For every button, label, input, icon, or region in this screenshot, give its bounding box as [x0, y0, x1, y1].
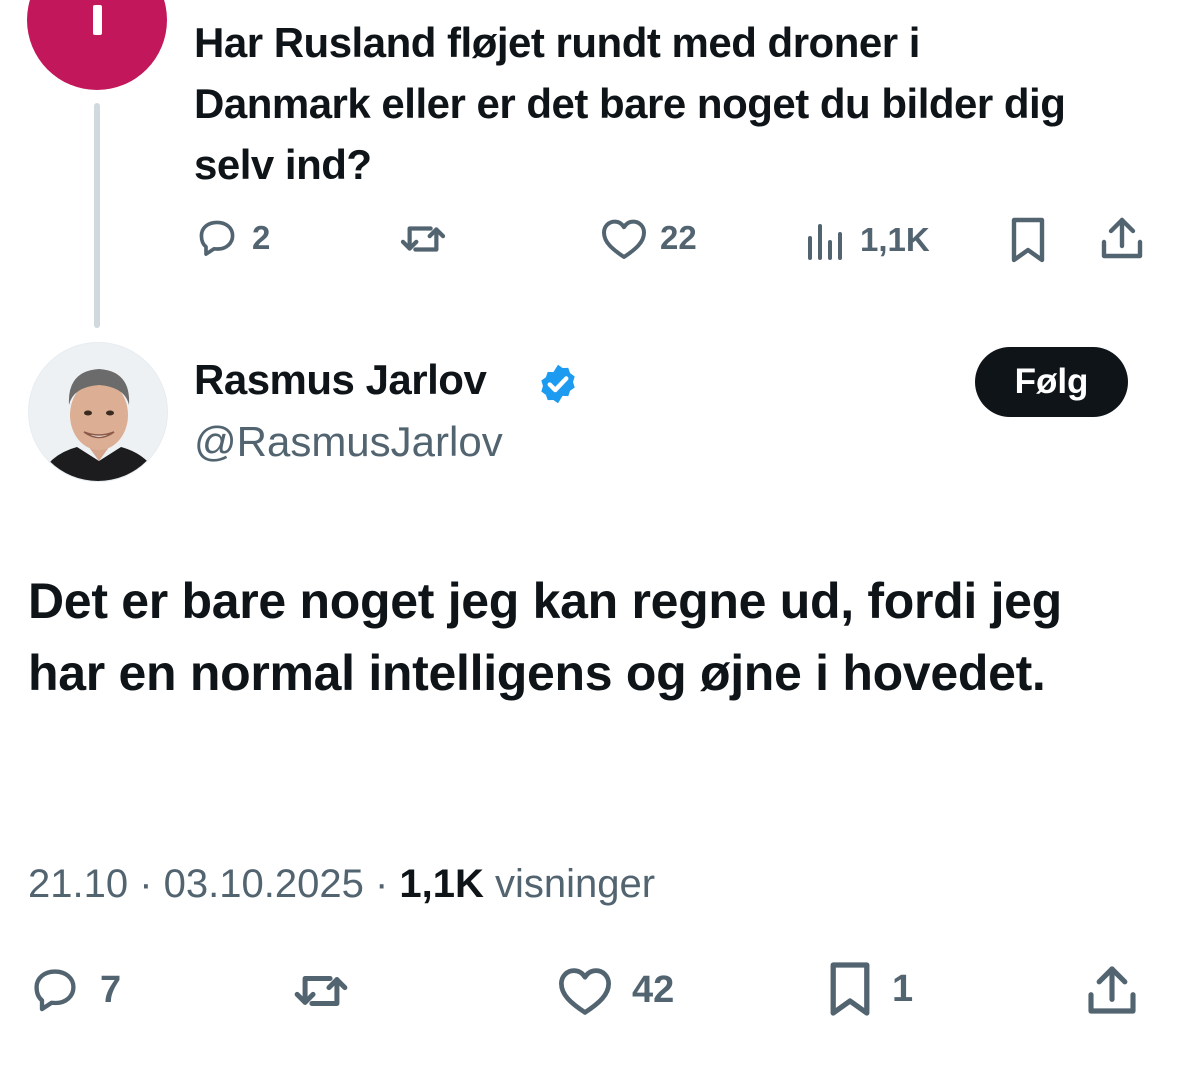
- share-icon: [1101, 217, 1143, 259]
- reply-count: 2: [252, 219, 271, 256]
- meta-separator: ·: [128, 862, 164, 906]
- meta-separator: ·: [363, 862, 400, 906]
- author-avatar[interactable]: [28, 342, 168, 482]
- share-icon: [1088, 966, 1136, 1014]
- parent-bookmark-button[interactable]: [1007, 216, 1049, 264]
- parent-share-button[interactable]: [1099, 214, 1145, 262]
- tweet-time[interactable]: 21.10: [28, 862, 128, 906]
- share-button[interactable]: [1085, 962, 1139, 1018]
- like-button[interactable]: 42: [556, 964, 674, 1016]
- like-count: 42: [632, 968, 675, 1011]
- author-handle[interactable]: @RasmusJarlov: [194, 418, 503, 466]
- bookmark-button[interactable]: 1: [826, 960, 913, 1018]
- reply-icon: [34, 969, 76, 1012]
- bookmark-icon: [1011, 217, 1045, 263]
- author-name[interactable]: Rasmus Jarlov: [194, 356, 487, 404]
- avatar-initial-mark: [93, 5, 102, 35]
- tweet-date[interactable]: 03.10.2025: [164, 862, 364, 906]
- views-count: 1,1K: [860, 221, 930, 258]
- retweet-button[interactable]: [290, 966, 352, 1016]
- views-icon: [808, 224, 842, 260]
- views-count: 1,1K: [399, 862, 484, 906]
- reply-count: 7: [100, 968, 122, 1011]
- thread-connector-line: [94, 103, 100, 328]
- heart-icon: [602, 219, 646, 259]
- bookmark-count: 1: [892, 967, 914, 1010]
- heart-icon: [559, 968, 611, 1015]
- parent-avatar[interactable]: [27, 0, 167, 90]
- parent-retweet-button[interactable]: [397, 218, 449, 260]
- tweet-meta: 21.10 · 03.10.2025 · 1,1K visninger: [28, 862, 655, 907]
- like-count: 22: [660, 219, 697, 256]
- parent-tweet-text: Har Rusland fløjet rundt med droner i Da…: [194, 19, 1066, 188]
- views-label: visninger: [483, 862, 656, 906]
- verified-badge-icon: [541, 364, 575, 404]
- reply-icon: [199, 220, 235, 256]
- reply-button[interactable]: 7: [28, 964, 121, 1016]
- parent-like-button[interactable]: 22: [600, 216, 697, 260]
- bookmark-icon: [830, 962, 870, 1016]
- parent-views-button[interactable]: 1,1K: [804, 218, 930, 262]
- retweet-icon: [400, 226, 446, 252]
- author-photo: [29, 343, 167, 481]
- parent-reply-button[interactable]: 2: [194, 216, 270, 260]
- retweet-icon: [294, 976, 348, 1006]
- tweet-text: Det er bare noget jeg kan regne ud, ford…: [28, 573, 1062, 701]
- follow-button[interactable]: Følg: [975, 347, 1128, 417]
